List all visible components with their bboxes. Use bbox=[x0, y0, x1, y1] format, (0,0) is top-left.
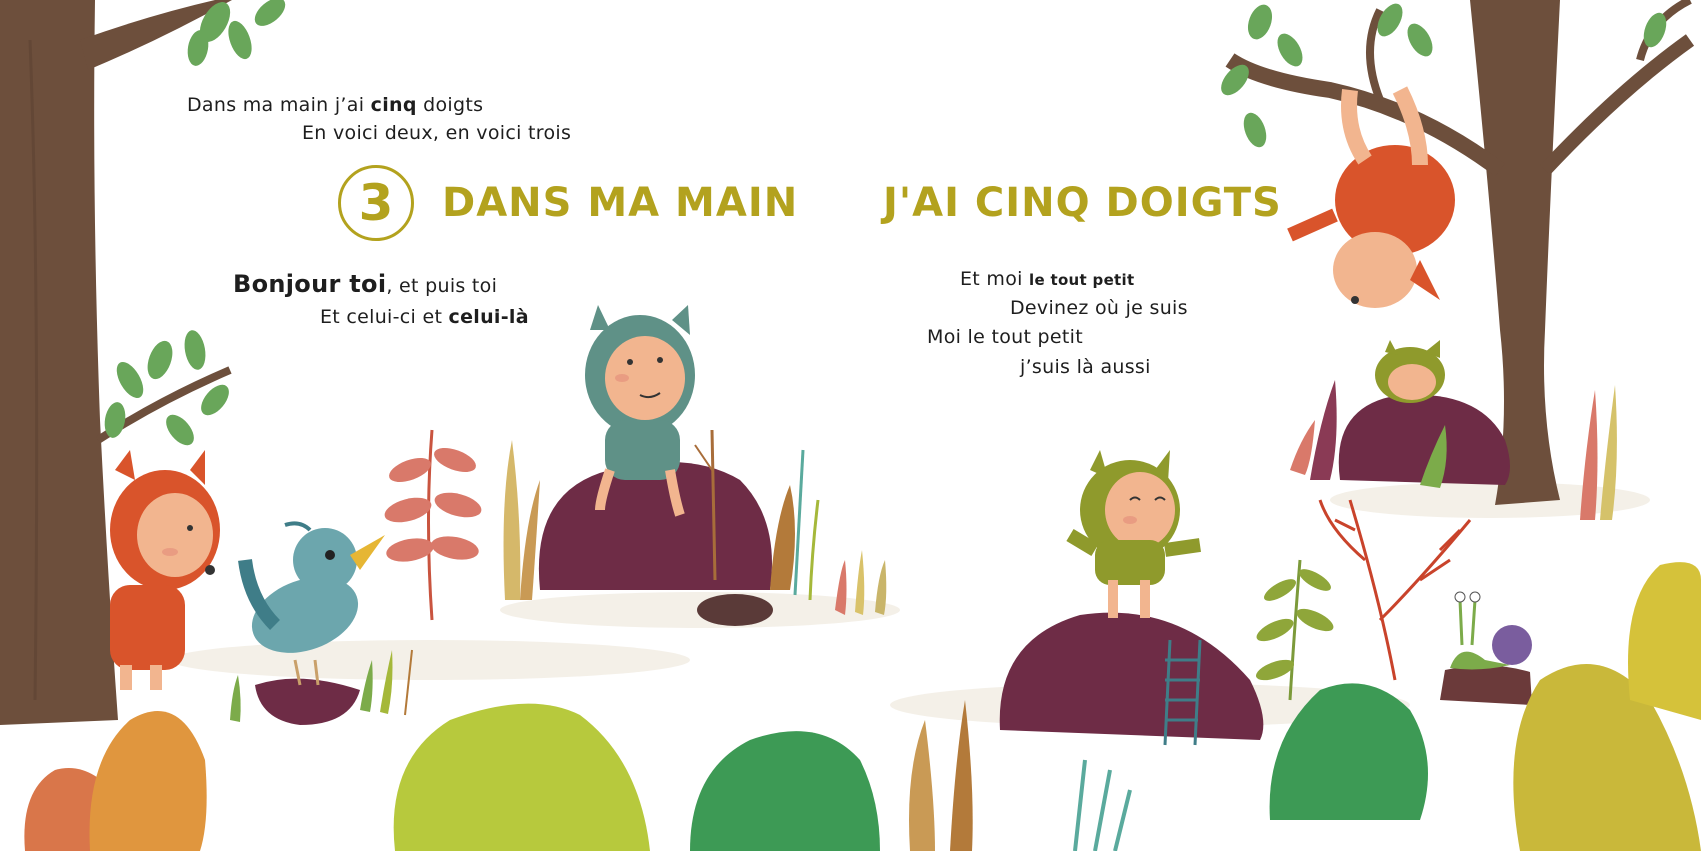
verse-line-2-part-a: Et celui-ci et bbox=[320, 306, 449, 328]
peeking-kid bbox=[1375, 340, 1445, 403]
verse-line-6: j’suis là aussi bbox=[1020, 356, 1151, 378]
title-left: DANS MA MAIN bbox=[442, 180, 799, 226]
verse-line-2-bold: celui-là bbox=[448, 306, 529, 328]
verse-line-3-part-a: Et moi bbox=[960, 268, 1030, 290]
left-leaf-plant bbox=[384, 429, 482, 621]
tall-grass-left bbox=[503, 440, 540, 600]
verse-line-1-bold: Bonjour toi bbox=[233, 270, 387, 298]
forest-illustration bbox=[0, 0, 1701, 851]
intro-line-1-part-a: Dans ma main j’ai bbox=[187, 94, 371, 116]
verse-line-3: Et moi le tout petit bbox=[960, 268, 1134, 290]
song-number-badge: 3 bbox=[338, 165, 414, 241]
verse-line-3-small: le tout petit bbox=[1029, 271, 1135, 289]
green-fern bbox=[1256, 559, 1334, 701]
verse-line-5: Moi le tout petit bbox=[927, 326, 1083, 348]
verse-line-4: Devinez où je suis bbox=[1010, 297, 1188, 319]
title-right: J'AI CINQ DOIGTS bbox=[883, 180, 1282, 226]
intro-line-1: Dans ma main j’ai cinq doigts bbox=[187, 94, 483, 116]
back-hill bbox=[1338, 394, 1510, 485]
intro-line-1-bold: cinq bbox=[370, 94, 417, 116]
right-hill bbox=[999, 612, 1264, 746]
intro-line-2: En voici deux, en voici trois bbox=[302, 122, 572, 144]
verse-line-1: Bonjour toi, et puis toi bbox=[233, 270, 497, 298]
verse-line-1-rest: , et puis toi bbox=[386, 275, 498, 297]
verse-line-2: Et celui-ci et celui-là bbox=[320, 306, 529, 328]
red-coral-plant bbox=[1318, 499, 1472, 681]
snail-on-stump bbox=[1440, 591, 1532, 705]
center-grass bbox=[770, 449, 887, 615]
song-number: 3 bbox=[358, 174, 394, 232]
olive-hooded-kid bbox=[1066, 450, 1201, 618]
intro-line-1-part-c: doigts bbox=[416, 94, 484, 116]
